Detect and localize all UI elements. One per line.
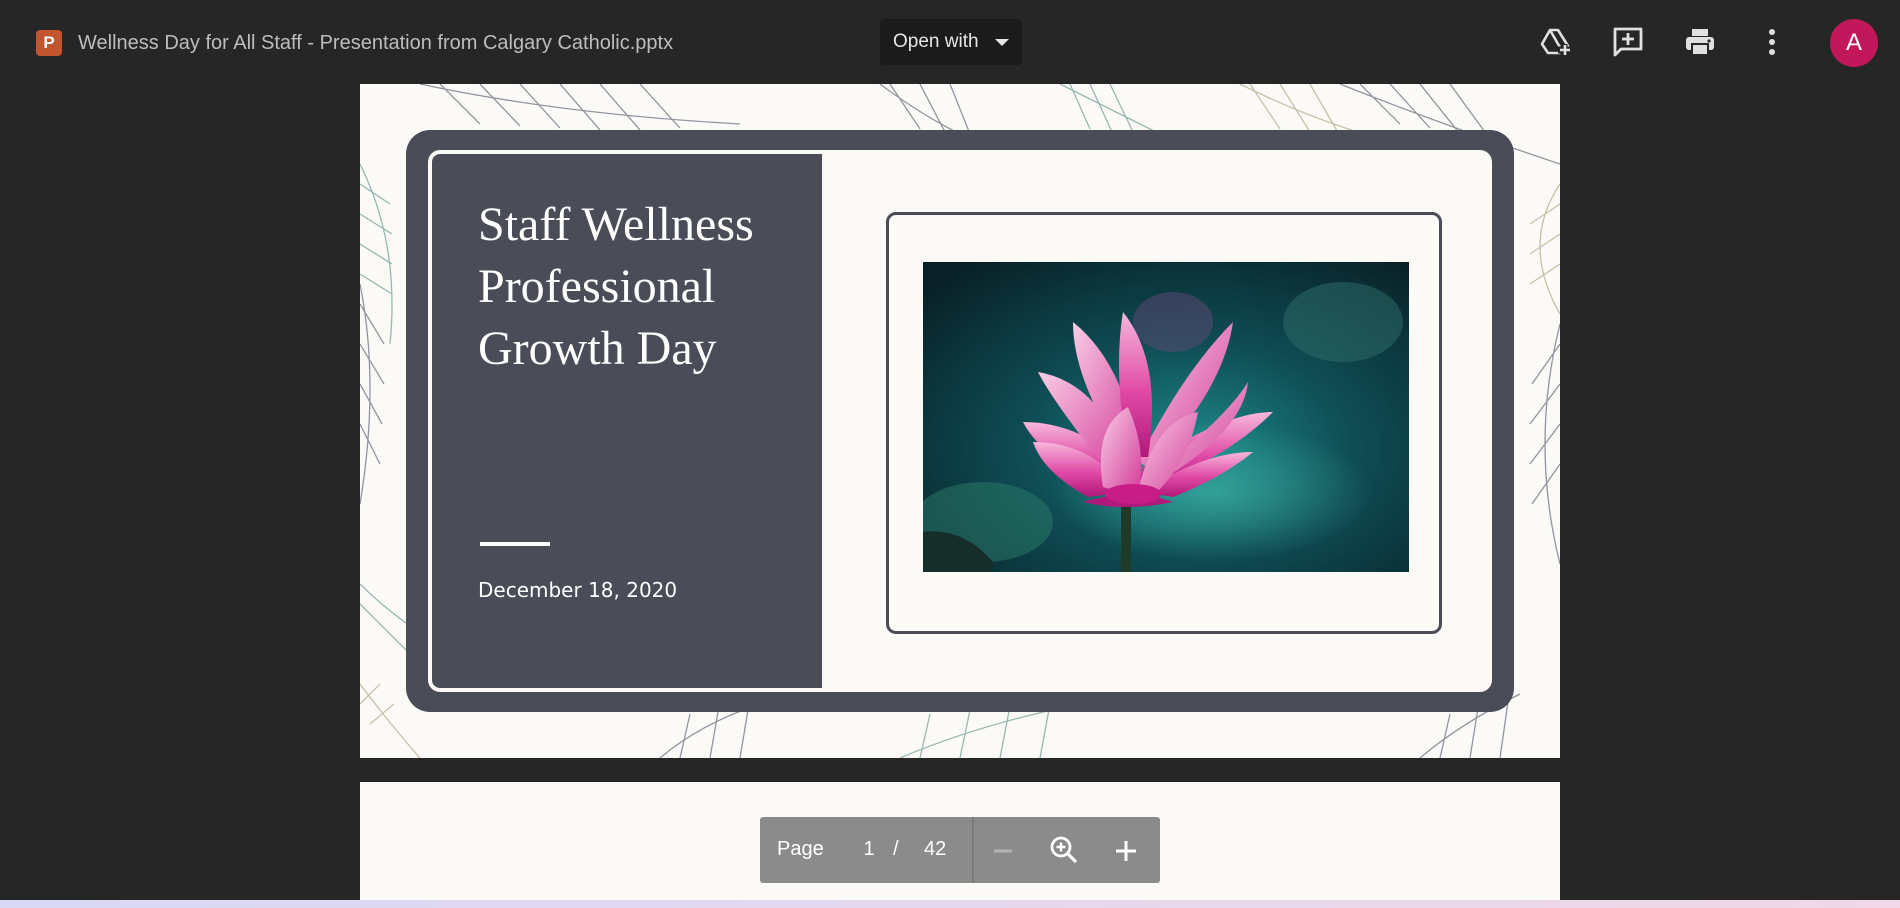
slide-title-line-3: Growth Day <box>478 322 717 375</box>
print-button[interactable] <box>1680 22 1720 62</box>
slide-frame: Staff Wellness Professional Growth Day D… <box>406 130 1514 712</box>
file-title: Wellness Day for All Staff - Presentatio… <box>78 32 674 54</box>
add-comment-icon <box>1613 27 1643 57</box>
current-page-input[interactable]: 1 <box>854 838 884 861</box>
powerpoint-file-icon: P <box>36 30 62 56</box>
lotus-flower-image <box>923 262 1409 572</box>
add-to-drive-button[interactable] <box>1536 22 1576 62</box>
open-with-label: Open with <box>893 31 979 52</box>
more-options-button[interactable] <box>1752 22 1792 62</box>
slide-content-area: Staff Wellness Professional Growth Day D… <box>428 150 1492 692</box>
add-comment-button[interactable] <box>1608 22 1648 62</box>
title-divider <box>480 542 550 546</box>
viewer-toolbar: P Wellness Day for All Staff - Presentat… <box>0 0 1900 84</box>
plus-icon <box>1116 841 1136 861</box>
bottom-edge-strip <box>0 900 1900 908</box>
total-pages: 42 <box>924 838 947 860</box>
dropdown-caret-icon <box>995 39 1009 46</box>
open-with-button[interactable]: Open with <box>880 19 1022 65</box>
account-avatar[interactable]: A <box>1830 19 1878 67</box>
zoom-in-magnifier-icon <box>1050 836 1078 864</box>
print-icon <box>1686 29 1714 56</box>
page-separator: / <box>893 838 899 860</box>
slide-date: December 18, 2020 <box>478 578 678 602</box>
page-label: Page <box>777 838 824 860</box>
zoom-fit-button[interactable] <box>1047 833 1081 867</box>
presentation-slide: Staff Wellness Professional Growth Day D… <box>360 84 1560 758</box>
page-controls: Page 1 / 42 <box>760 817 1160 883</box>
add-to-drive-icon <box>1540 28 1570 56</box>
slide-title-panel: Staff Wellness Professional Growth Day D… <box>432 154 822 688</box>
slide-title-line-1: Staff Wellness <box>478 198 754 251</box>
slide-title-line-2: Professional <box>478 260 716 313</box>
zoom-out-icon <box>994 849 1012 853</box>
more-options-icon <box>1769 29 1775 55</box>
slide-title: Staff Wellness Professional Growth Day <box>478 194 798 380</box>
photo-frame <box>886 212 1442 634</box>
zoom-out-button[interactable] <box>986 834 1020 868</box>
zoom-in-button[interactable] <box>1109 834 1143 868</box>
pager-divider <box>972 817 974 883</box>
